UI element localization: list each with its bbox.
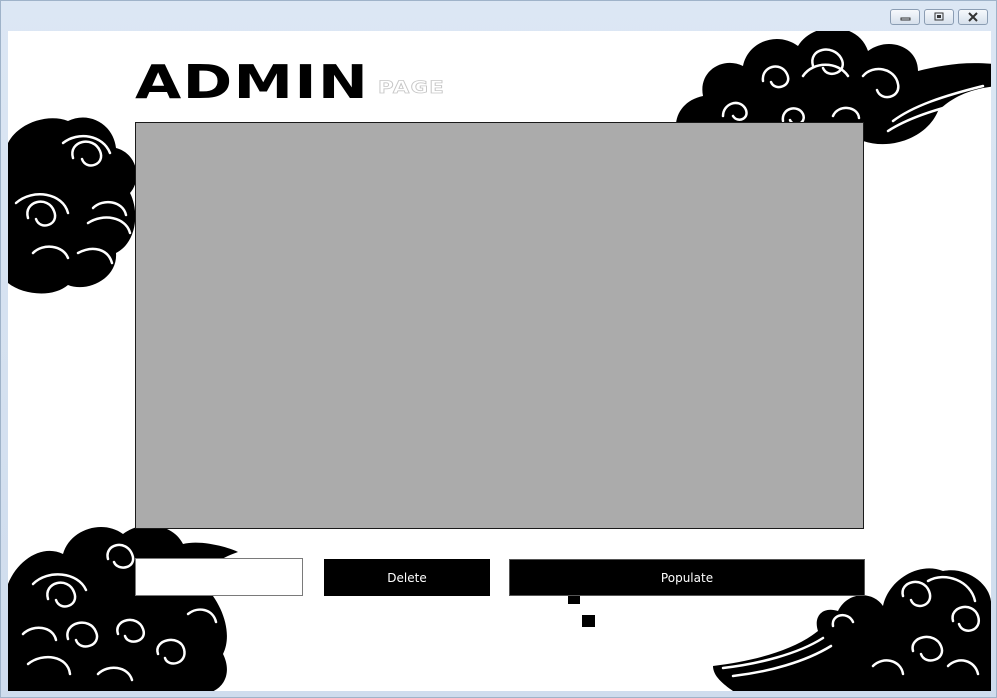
minimize-button[interactable] — [890, 9, 920, 25]
populate-button[interactable]: Populate — [509, 559, 865, 596]
id-input[interactable] — [135, 558, 303, 596]
minimize-icon — [900, 17, 911, 21]
title-bar[interactable] — [1, 1, 996, 30]
client-area: ADMIN PAGE Delete Populate — [8, 31, 991, 691]
data-grid[interactable] — [135, 122, 864, 529]
cloud-decoration-left — [8, 117, 137, 294]
maximize-button[interactable] — [924, 9, 954, 25]
delete-button[interactable]: Delete — [324, 559, 490, 596]
decorative-square — [568, 596, 580, 604]
page-subtitle: PAGE — [378, 78, 446, 98]
app-window: ADMIN PAGE Delete Populate — [0, 0, 997, 698]
close-icon — [968, 12, 978, 22]
close-button[interactable] — [958, 9, 988, 25]
page-title: ADMIN — [135, 55, 370, 109]
restore-icon — [934, 12, 944, 21]
decorative-square — [582, 615, 595, 627]
cloud-decoration-bottom-left — [8, 525, 238, 691]
